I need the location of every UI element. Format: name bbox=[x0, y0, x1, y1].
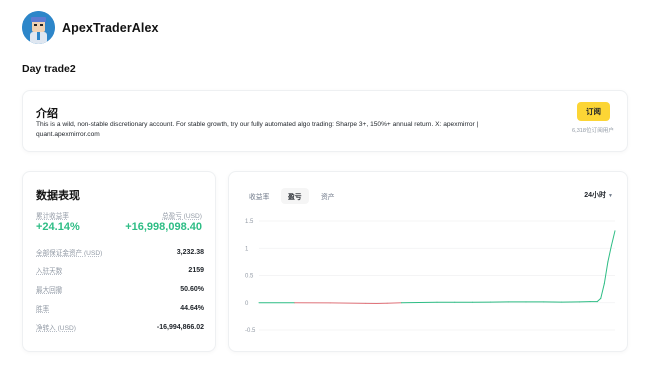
stat-row-value: 3,232.38 bbox=[176, 248, 204, 256]
stat-row-value: 50.60% bbox=[180, 285, 204, 293]
subscriber-count: 6,318位订阅用户 bbox=[572, 128, 614, 134]
chart-card: 收益率 盈亏 资产 24小时 ▼ 1.5 1 0.5 0 -0.5 bbox=[228, 171, 628, 352]
stats-card: 数据表现 累计收益率 +24.14% 总盈亏 (USD) +16,998,098… bbox=[22, 171, 216, 352]
pnl-line-segment bbox=[596, 297, 602, 303]
total-pnl-label[interactable]: 总盈亏 (USD) bbox=[162, 210, 202, 220]
page-title: Day trade2 bbox=[22, 63, 76, 75]
stat-row-days: 入驻天数 2159 bbox=[36, 264, 204, 276]
pnl-line-segment bbox=[600, 283, 605, 299]
intro-card: 介绍 This is a wild, non-stable discretion… bbox=[22, 90, 628, 152]
stat-row-value: -16,994,866.02 bbox=[156, 323, 204, 331]
cumulative-return-value: +24.14% bbox=[36, 221, 80, 233]
y-tick-label: 1.5 bbox=[245, 219, 254, 225]
y-tick-label: 0.5 bbox=[245, 274, 254, 280]
stats-title: 数据表现 bbox=[36, 190, 80, 202]
stat-row-net-transfer: 净转入 (USD) -16,994,866.02 bbox=[36, 321, 204, 333]
stat-row-label[interactable]: 入驻天数 bbox=[36, 265, 62, 275]
avatar-icon bbox=[22, 11, 55, 44]
pnl-line-segment bbox=[610, 230, 616, 247]
stat-row-value: 44.64% bbox=[180, 304, 204, 312]
stat-row-label[interactable]: 全部保证金资产 (USD) bbox=[36, 247, 102, 257]
y-tick-label: -0.5 bbox=[245, 328, 256, 334]
stat-row-win-rate: 胜率 44.64% bbox=[36, 302, 204, 314]
stat-row-value: 2159 bbox=[188, 266, 204, 274]
stat-row-label[interactable]: 净转入 (USD) bbox=[36, 322, 76, 332]
total-pnl-value: +16,998,098.40 bbox=[125, 221, 202, 233]
cumulative-return-label[interactable]: 累计收益率 bbox=[36, 210, 69, 220]
subscribe-button[interactable]: 订阅 bbox=[577, 102, 610, 121]
avatar[interactable] bbox=[22, 11, 55, 44]
y-tick-label: 1 bbox=[245, 246, 249, 252]
intro-title: 介绍 bbox=[36, 108, 58, 120]
stat-row-label[interactable]: 胜率 bbox=[36, 303, 49, 313]
stat-row-margin-assets: 全部保证金资产 (USD) 3,232.38 bbox=[36, 246, 204, 258]
pnl-line-segment bbox=[386, 302, 402, 304]
intro-description: This is a wild, non-stable discretionary… bbox=[36, 121, 479, 138]
stat-row-max-drawdown: 最大回撤 50.60% bbox=[36, 283, 204, 295]
y-tick-label: 0 bbox=[245, 301, 249, 307]
username[interactable]: ApexTraderAlex bbox=[62, 21, 159, 35]
profile-header: ApexTraderAlex bbox=[22, 11, 159, 44]
stat-row-label[interactable]: 最大回撤 bbox=[36, 284, 62, 294]
pnl-line-segment bbox=[603, 261, 609, 285]
pnl-chart: 1.5 1 0.5 0 -0.5 bbox=[245, 219, 616, 334]
